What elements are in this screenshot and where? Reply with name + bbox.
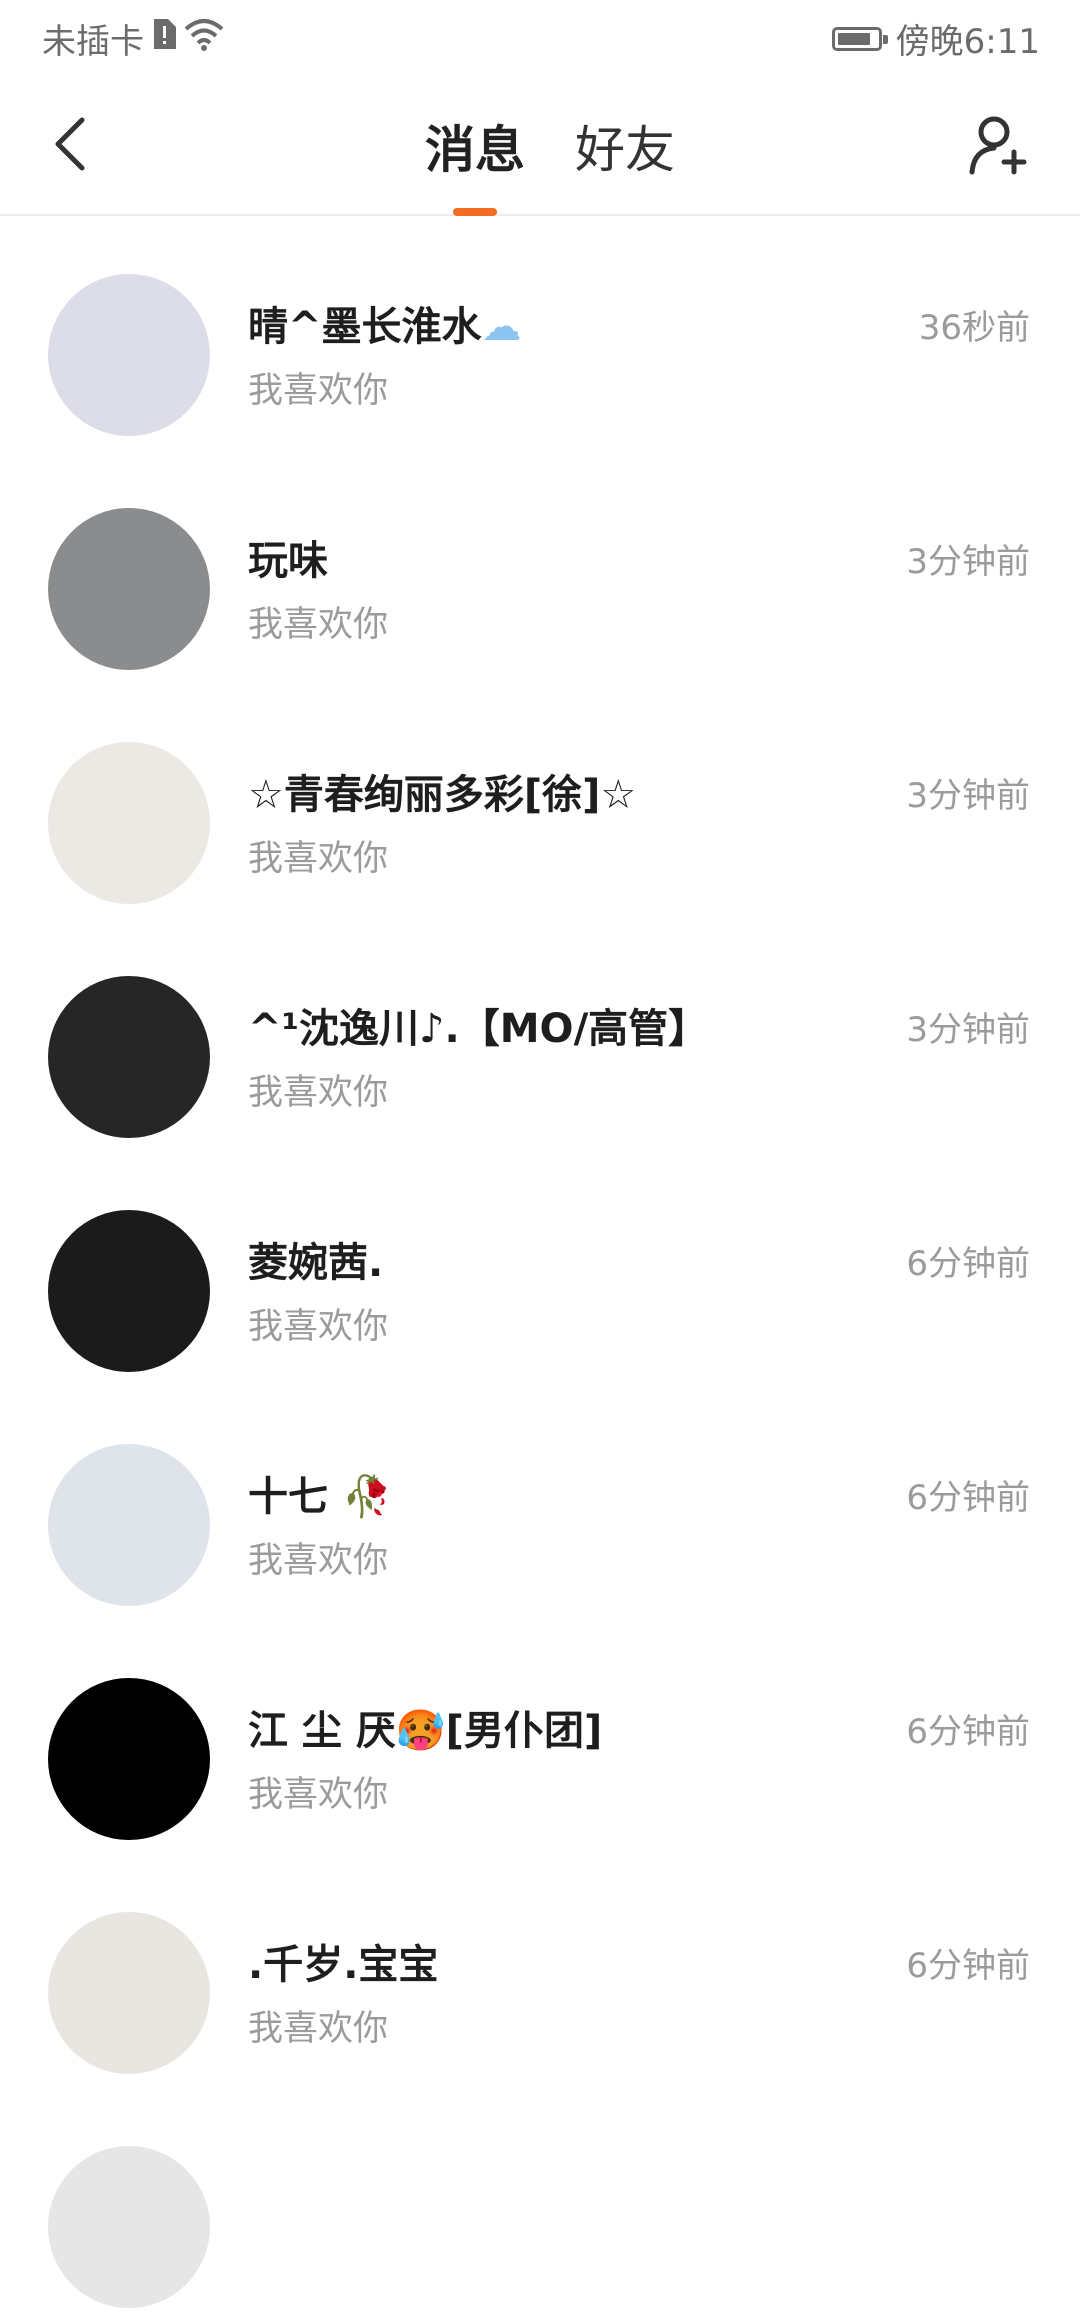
battery-fill	[837, 32, 870, 45]
contact-name-text: .千岁.宝宝	[248, 1942, 439, 1988]
message-row[interactable]	[0, 2088, 1080, 2322]
tab-messages-label: 消息	[425, 121, 525, 179]
avatar[interactable]	[48, 976, 210, 1138]
message-row[interactable]: 菱婉茜. 我喜欢你 6分钟前	[0, 1152, 1080, 1386]
contact-name: ^¹沈逸川♪.【MO/高管】	[248, 996, 708, 1054]
wifi-icon	[184, 17, 224, 60]
add-user-icon	[966, 112, 1030, 180]
name-emoji: ☁	[481, 304, 522, 350]
avatar[interactable]	[48, 1912, 210, 2074]
message-row[interactable]: ☆青春绚丽多彩[徐]☆ 我喜欢你 3分钟前	[0, 684, 1080, 918]
contact-name: 十七 🥀	[248, 1464, 392, 1522]
contact-name-text: 江 尘 厌	[248, 1708, 396, 1754]
avatar[interactable]	[48, 274, 210, 436]
contact-name-text: 十七	[248, 1474, 328, 1520]
avatar[interactable]	[48, 742, 210, 904]
message-time: 3分钟前	[906, 776, 1030, 816]
message-row[interactable]: 玩味 我喜欢你 3分钟前	[0, 450, 1080, 684]
tab-friends[interactable]: 好友	[575, 76, 675, 216]
contact-name: 菱婉茜.	[248, 1230, 383, 1288]
tab-messages[interactable]: 消息	[425, 76, 525, 216]
message-row[interactable]: .千岁.宝宝 我喜欢你 6分钟前	[0, 1854, 1080, 2088]
message-preview: 我喜欢你	[248, 371, 389, 411]
name-emoji: 🥀	[341, 1474, 392, 1520]
sim-alert-icon	[150, 17, 178, 60]
message-preview: 我喜欢你	[248, 1073, 389, 1113]
message-list: 晴^墨长淮水☁ 我喜欢你 36秒前 玩味 我喜欢你 3分钟前 ☆青春绚丽多彩[徐…	[0, 216, 1080, 2322]
avatar[interactable]	[48, 1210, 210, 1372]
message-row[interactable]: 江 尘 厌🥵[男仆团] 我喜欢你 6分钟前	[0, 1620, 1080, 1854]
message-time: 6分钟前	[906, 1244, 1030, 1284]
contact-name-text: 晴^墨长淮水	[248, 304, 482, 350]
carrier-label: 未插卡	[42, 22, 144, 62]
avatar[interactable]	[48, 508, 210, 670]
status-time: 傍晚6:11	[895, 22, 1040, 62]
message-row[interactable]: ^¹沈逸川♪.【MO/高管】 我喜欢你 3分钟前	[0, 918, 1080, 1152]
contact-name: 江 尘 厌🥵[男仆团]	[248, 1698, 602, 1756]
name-emoji: 🥵	[395, 1708, 446, 1754]
message-row[interactable]: 十七 🥀 我喜欢你 6分钟前	[0, 1386, 1080, 1620]
contact-name-suffix: [男仆团]	[445, 1708, 603, 1754]
message-time: 36秒前	[918, 308, 1030, 348]
contact-name: 玩味	[248, 528, 328, 586]
avatar[interactable]	[48, 2146, 210, 2308]
status-left: 未插卡	[42, 14, 224, 63]
header-bar: 消息 好友	[0, 76, 1080, 216]
tab-friends-label: 好友	[575, 121, 675, 179]
battery-icon	[831, 26, 888, 51]
avatar[interactable]	[48, 1444, 210, 1606]
contact-name-text: 玩味	[248, 538, 328, 584]
message-preview: 我喜欢你	[248, 605, 389, 645]
message-preview: 我喜欢你	[248, 839, 389, 879]
message-preview: 我喜欢你	[248, 1541, 389, 1581]
status-bar: 未插卡 傍晚6:11	[0, 0, 1080, 76]
avatar[interactable]	[48, 1678, 210, 1840]
message-preview: 我喜欢你	[248, 2009, 389, 2049]
tab-bar: 消息 好友	[0, 76, 1080, 216]
message-time: 6分钟前	[906, 1478, 1030, 1518]
message-preview: 我喜欢你	[248, 1307, 389, 1347]
contact-name: 晴^墨长淮水☁	[248, 294, 522, 352]
message-preview: 我喜欢你	[248, 1775, 389, 1815]
tab-indicator	[453, 208, 497, 216]
message-time: 3分钟前	[906, 542, 1030, 582]
message-time: 6分钟前	[906, 1946, 1030, 1986]
add-friend-button[interactable]	[960, 108, 1036, 184]
contact-name-text: ☆青春绚丽多彩[徐]☆	[248, 772, 637, 818]
contact-name: ☆青春绚丽多彩[徐]☆	[248, 762, 636, 820]
message-time: 6分钟前	[906, 1712, 1030, 1752]
status-right: 傍晚6:11	[831, 14, 1040, 63]
contact-name: .千岁.宝宝	[248, 1932, 438, 1990]
message-row[interactable]: 晴^墨长淮水☁ 我喜欢你 36秒前	[0, 216, 1080, 450]
contact-name-text: ^¹沈逸川♪.【MO/高管】	[248, 1006, 709, 1052]
message-time: 3分钟前	[906, 1010, 1030, 1050]
contact-name-text: 菱婉茜.	[248, 1240, 384, 1286]
